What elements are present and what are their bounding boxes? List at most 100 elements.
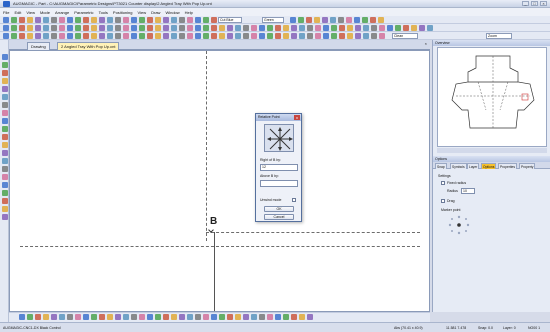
toolbar-tool-icon[interactable] (43, 33, 49, 39)
toolbar-tool-icon[interactable] (1, 110, 8, 116)
toolbar-tool-icon[interactable] (331, 33, 337, 39)
toolbar-tool-icon[interactable] (355, 33, 361, 39)
toolbar-tool-icon[interactable] (283, 33, 289, 39)
toolbar-tool-icon[interactable] (1, 182, 8, 188)
toolbar-tool-icon[interactable] (171, 314, 177, 320)
right-of-input[interactable]: 12 (260, 164, 298, 171)
menu-view-2[interactable]: View (137, 10, 146, 15)
toolbar-tool-icon[interactable] (259, 314, 265, 320)
toolbar-tool-icon[interactable] (291, 314, 297, 320)
toolbar-tool-icon[interactable] (299, 33, 305, 39)
close-button[interactable]: × (540, 1, 547, 6)
toolbar-tool-icon[interactable] (306, 17, 312, 23)
toolbar-tool-icon[interactable] (1, 206, 8, 212)
toolbar-tool-icon[interactable] (346, 17, 352, 23)
ok-button[interactable]: OK (264, 206, 294, 212)
toolbar-tool-icon[interactable] (275, 33, 281, 39)
toolbar-tool-icon[interactable] (219, 314, 225, 320)
fixed-radius-checkbox[interactable] (441, 181, 445, 185)
direction-picker[interactable] (264, 124, 294, 152)
toolbar-tool-icon[interactable] (331, 25, 337, 31)
toolbar-tool-icon[interactable] (83, 33, 89, 39)
toolbar-tool-icon[interactable] (211, 17, 217, 23)
toolbar-tool-icon[interactable] (187, 314, 193, 320)
tab-properties[interactable]: Properties (498, 163, 518, 169)
toolbar-tool-icon[interactable] (107, 33, 113, 39)
toolbar-tool-icon[interactable] (315, 33, 321, 39)
toolbar-tool-icon[interactable] (91, 314, 97, 320)
toolbar-tool-icon[interactable] (139, 33, 145, 39)
toolbar-tool-icon[interactable] (419, 25, 425, 31)
toolbar-tool-icon[interactable] (11, 25, 17, 31)
toolbar-tool-icon[interactable] (1, 78, 8, 84)
toolbar-tool-icon[interactable] (99, 33, 105, 39)
toolbar-tool-icon[interactable] (59, 17, 65, 23)
toolbar-tool-icon[interactable] (363, 33, 369, 39)
toolbar-tool-icon[interactable] (1, 54, 8, 60)
toolbar-tool-icon[interactable] (219, 25, 225, 31)
toolbar-tool-icon[interactable] (291, 33, 297, 39)
toolbar-tool-icon[interactable] (298, 17, 304, 23)
toolbar-tool-icon[interactable] (35, 33, 41, 39)
toolbar-tool-icon[interactable] (1, 94, 8, 100)
toolbar-tool-icon[interactable] (147, 314, 153, 320)
toolbar-tool-icon[interactable] (99, 314, 105, 320)
toolbar-tool-icon[interactable] (307, 314, 313, 320)
menu-draw[interactable]: Draw (151, 10, 160, 15)
toolbar-tool-icon[interactable] (378, 17, 384, 23)
toolbar-tool-icon[interactable] (322, 17, 328, 23)
toolbar-tool-icon[interactable] (123, 25, 129, 31)
toolbar-tool-icon[interactable] (3, 25, 9, 31)
toolbar-tool-icon[interactable] (315, 25, 321, 31)
toolbar-tool-icon[interactable] (307, 33, 313, 39)
toolbar-tool-icon[interactable] (347, 33, 353, 39)
toolbar-tool-icon[interactable] (362, 17, 368, 23)
clean-combo[interactable]: Clean (392, 33, 418, 39)
above-input[interactable] (260, 180, 298, 187)
toolbar-tool-icon[interactable] (195, 17, 201, 23)
drag-checkbox[interactable] (441, 199, 445, 203)
toolbar-tool-icon[interactable] (155, 25, 161, 31)
toolbar-tool-icon[interactable] (1, 134, 8, 140)
overview-zoom-slider[interactable] (437, 148, 547, 153)
toolbar-tool-icon[interactable] (338, 17, 344, 23)
toolbar-tool-icon[interactable] (427, 25, 433, 31)
toolbar-tool-icon[interactable] (379, 33, 385, 39)
toolbar-tool-icon[interactable] (291, 25, 297, 31)
style-combo[interactable]: Green (262, 17, 284, 23)
menu-mode[interactable]: Mode (40, 10, 50, 15)
toolbar-tool-icon[interactable] (259, 33, 265, 39)
toolbar-tool-icon[interactable] (123, 314, 129, 320)
toolbar-tool-icon[interactable] (371, 33, 377, 39)
toolbar-tool-icon[interactable] (91, 25, 97, 31)
toolbar-tool-icon[interactable] (171, 17, 177, 23)
radius-input[interactable]: 10 (461, 188, 475, 194)
toolbar-tool-icon[interactable] (35, 25, 41, 31)
toolbar-tool-icon[interactable] (27, 33, 33, 39)
toolbar-tool-icon[interactable] (11, 33, 17, 39)
toolbar-tool-icon[interactable] (67, 33, 73, 39)
toolbar-tool-icon[interactable] (139, 17, 145, 23)
toolbar-tool-icon[interactable] (51, 25, 57, 31)
toolbar-tool-icon[interactable] (211, 33, 217, 39)
toolbar-tool-icon[interactable] (59, 314, 65, 320)
menu-window[interactable]: Window (165, 10, 179, 15)
toolbar-tool-icon[interactable] (259, 25, 265, 31)
toolbar-tool-icon[interactable] (179, 17, 185, 23)
toolbar-tool-icon[interactable] (51, 17, 57, 23)
toolbar-tool-icon[interactable] (243, 314, 249, 320)
toolbar-tool-icon[interactable] (275, 25, 281, 31)
toolbar-tool-icon[interactable] (195, 314, 201, 320)
toolbar-tool-icon[interactable] (115, 17, 121, 23)
toolbar-tool-icon[interactable] (147, 17, 153, 23)
toolbar-tool-icon[interactable] (107, 17, 113, 23)
toolbar-tool-icon[interactable] (267, 314, 273, 320)
toolbar-tool-icon[interactable] (299, 314, 305, 320)
toolbar-tool-icon[interactable] (371, 25, 377, 31)
toolbar-tool-icon[interactable] (1, 150, 8, 156)
toolbar-tool-icon[interactable] (290, 17, 296, 23)
tab-snap[interactable]: Snap (435, 163, 447, 169)
toolbar-tool-icon[interactable] (203, 314, 209, 320)
tab-drawing[interactable]: Drawing (27, 42, 50, 50)
toolbar-tool-icon[interactable] (203, 17, 209, 23)
